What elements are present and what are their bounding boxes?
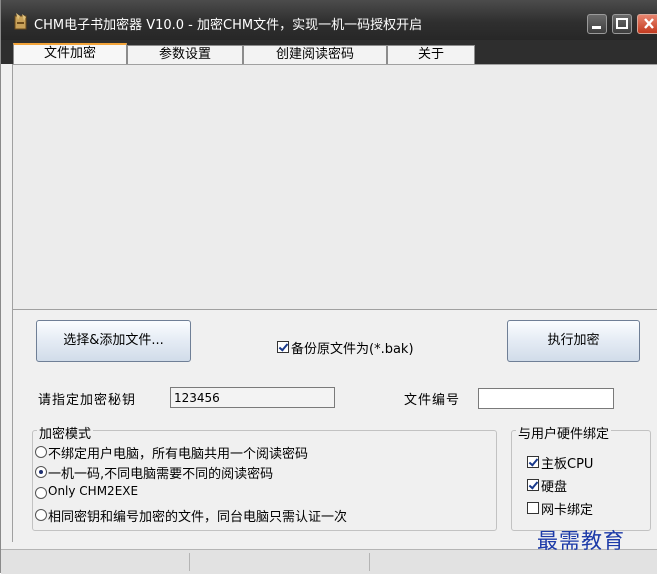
- close-icon: [644, 18, 654, 29]
- close-button[interactable]: [637, 14, 657, 34]
- backup-checkbox[interactable]: [277, 341, 289, 353]
- tab-create-password[interactable]: 创建阅读密码: [243, 45, 387, 64]
- minimize-button[interactable]: [587, 14, 607, 34]
- maximize-icon: [616, 18, 628, 29]
- mode-option-shared[interactable]: 不绑定用户电脑，所有电脑共用一个阅读密码: [48, 443, 308, 462]
- hardware-binding-title: 与用户硬件绑定: [516, 423, 612, 442]
- key-label: 请指定加密秘钥: [38, 393, 137, 408]
- encryption-mode-title: 加密模式: [37, 423, 94, 442]
- window-title: CHM电子书加密器 V10.0 - 加密CHM文件，实现一机一码授权开启: [34, 18, 423, 33]
- hw-option-nic[interactable]: 网卡绑定: [541, 499, 593, 518]
- mode-radio-one-machine[interactable]: [35, 466, 47, 478]
- tab-file-encrypt[interactable]: 文件加密: [13, 43, 127, 64]
- status-separator: [369, 553, 370, 571]
- mode-option-same-key[interactable]: 相同密钥和编号加密的文件，同台电脑只需认证一次: [48, 506, 347, 525]
- chm-app-icon: [14, 13, 27, 30]
- select-add-files-button[interactable]: 选择&添加文件...: [36, 320, 191, 362]
- execute-encrypt-button[interactable]: 执行加密: [507, 320, 640, 362]
- hw-checkbox-cpu[interactable]: [527, 456, 539, 468]
- hw-checkbox-nic[interactable]: [527, 502, 539, 514]
- mode-radio-chm2exe[interactable]: [35, 487, 47, 499]
- mode-radio-shared[interactable]: [35, 446, 47, 458]
- tab-about[interactable]: 关于: [387, 45, 475, 64]
- tab-parameters[interactable]: 参数设置: [127, 45, 243, 64]
- title-bar[interactable]: CHM电子书加密器 V10.0 - 加密CHM文件，实现一机一码授权开启: [1, 0, 657, 40]
- mode-option-one-machine[interactable]: 一机一码,不同电脑需要不同的阅读密码: [48, 463, 273, 482]
- encryption-key-input[interactable]: [170, 387, 335, 408]
- hw-option-disk[interactable]: 硬盘: [541, 476, 567, 495]
- app-window: CHM电子书加密器 V10.0 - 加密CHM文件，实现一机一码授权开启 文件加…: [0, 0, 657, 574]
- hw-checkbox-disk[interactable]: [527, 479, 539, 491]
- backup-label: 备份原文件为(*.bak): [291, 342, 414, 357]
- watermark-text: 最需教育: [537, 529, 625, 553]
- minimize-icon: [592, 26, 601, 29]
- hw-option-cpu[interactable]: 主板CPU: [541, 453, 593, 472]
- maximize-button[interactable]: [612, 14, 632, 34]
- file-list-panel[interactable]: [12, 64, 657, 310]
- file-number-input[interactable]: [478, 388, 614, 409]
- status-separator: [189, 553, 190, 571]
- mode-radio-same-key[interactable]: [35, 509, 47, 521]
- file-number-label: 文件编号: [404, 393, 461, 408]
- mode-option-chm2exe[interactable]: Only CHM2EXE: [48, 484, 138, 498]
